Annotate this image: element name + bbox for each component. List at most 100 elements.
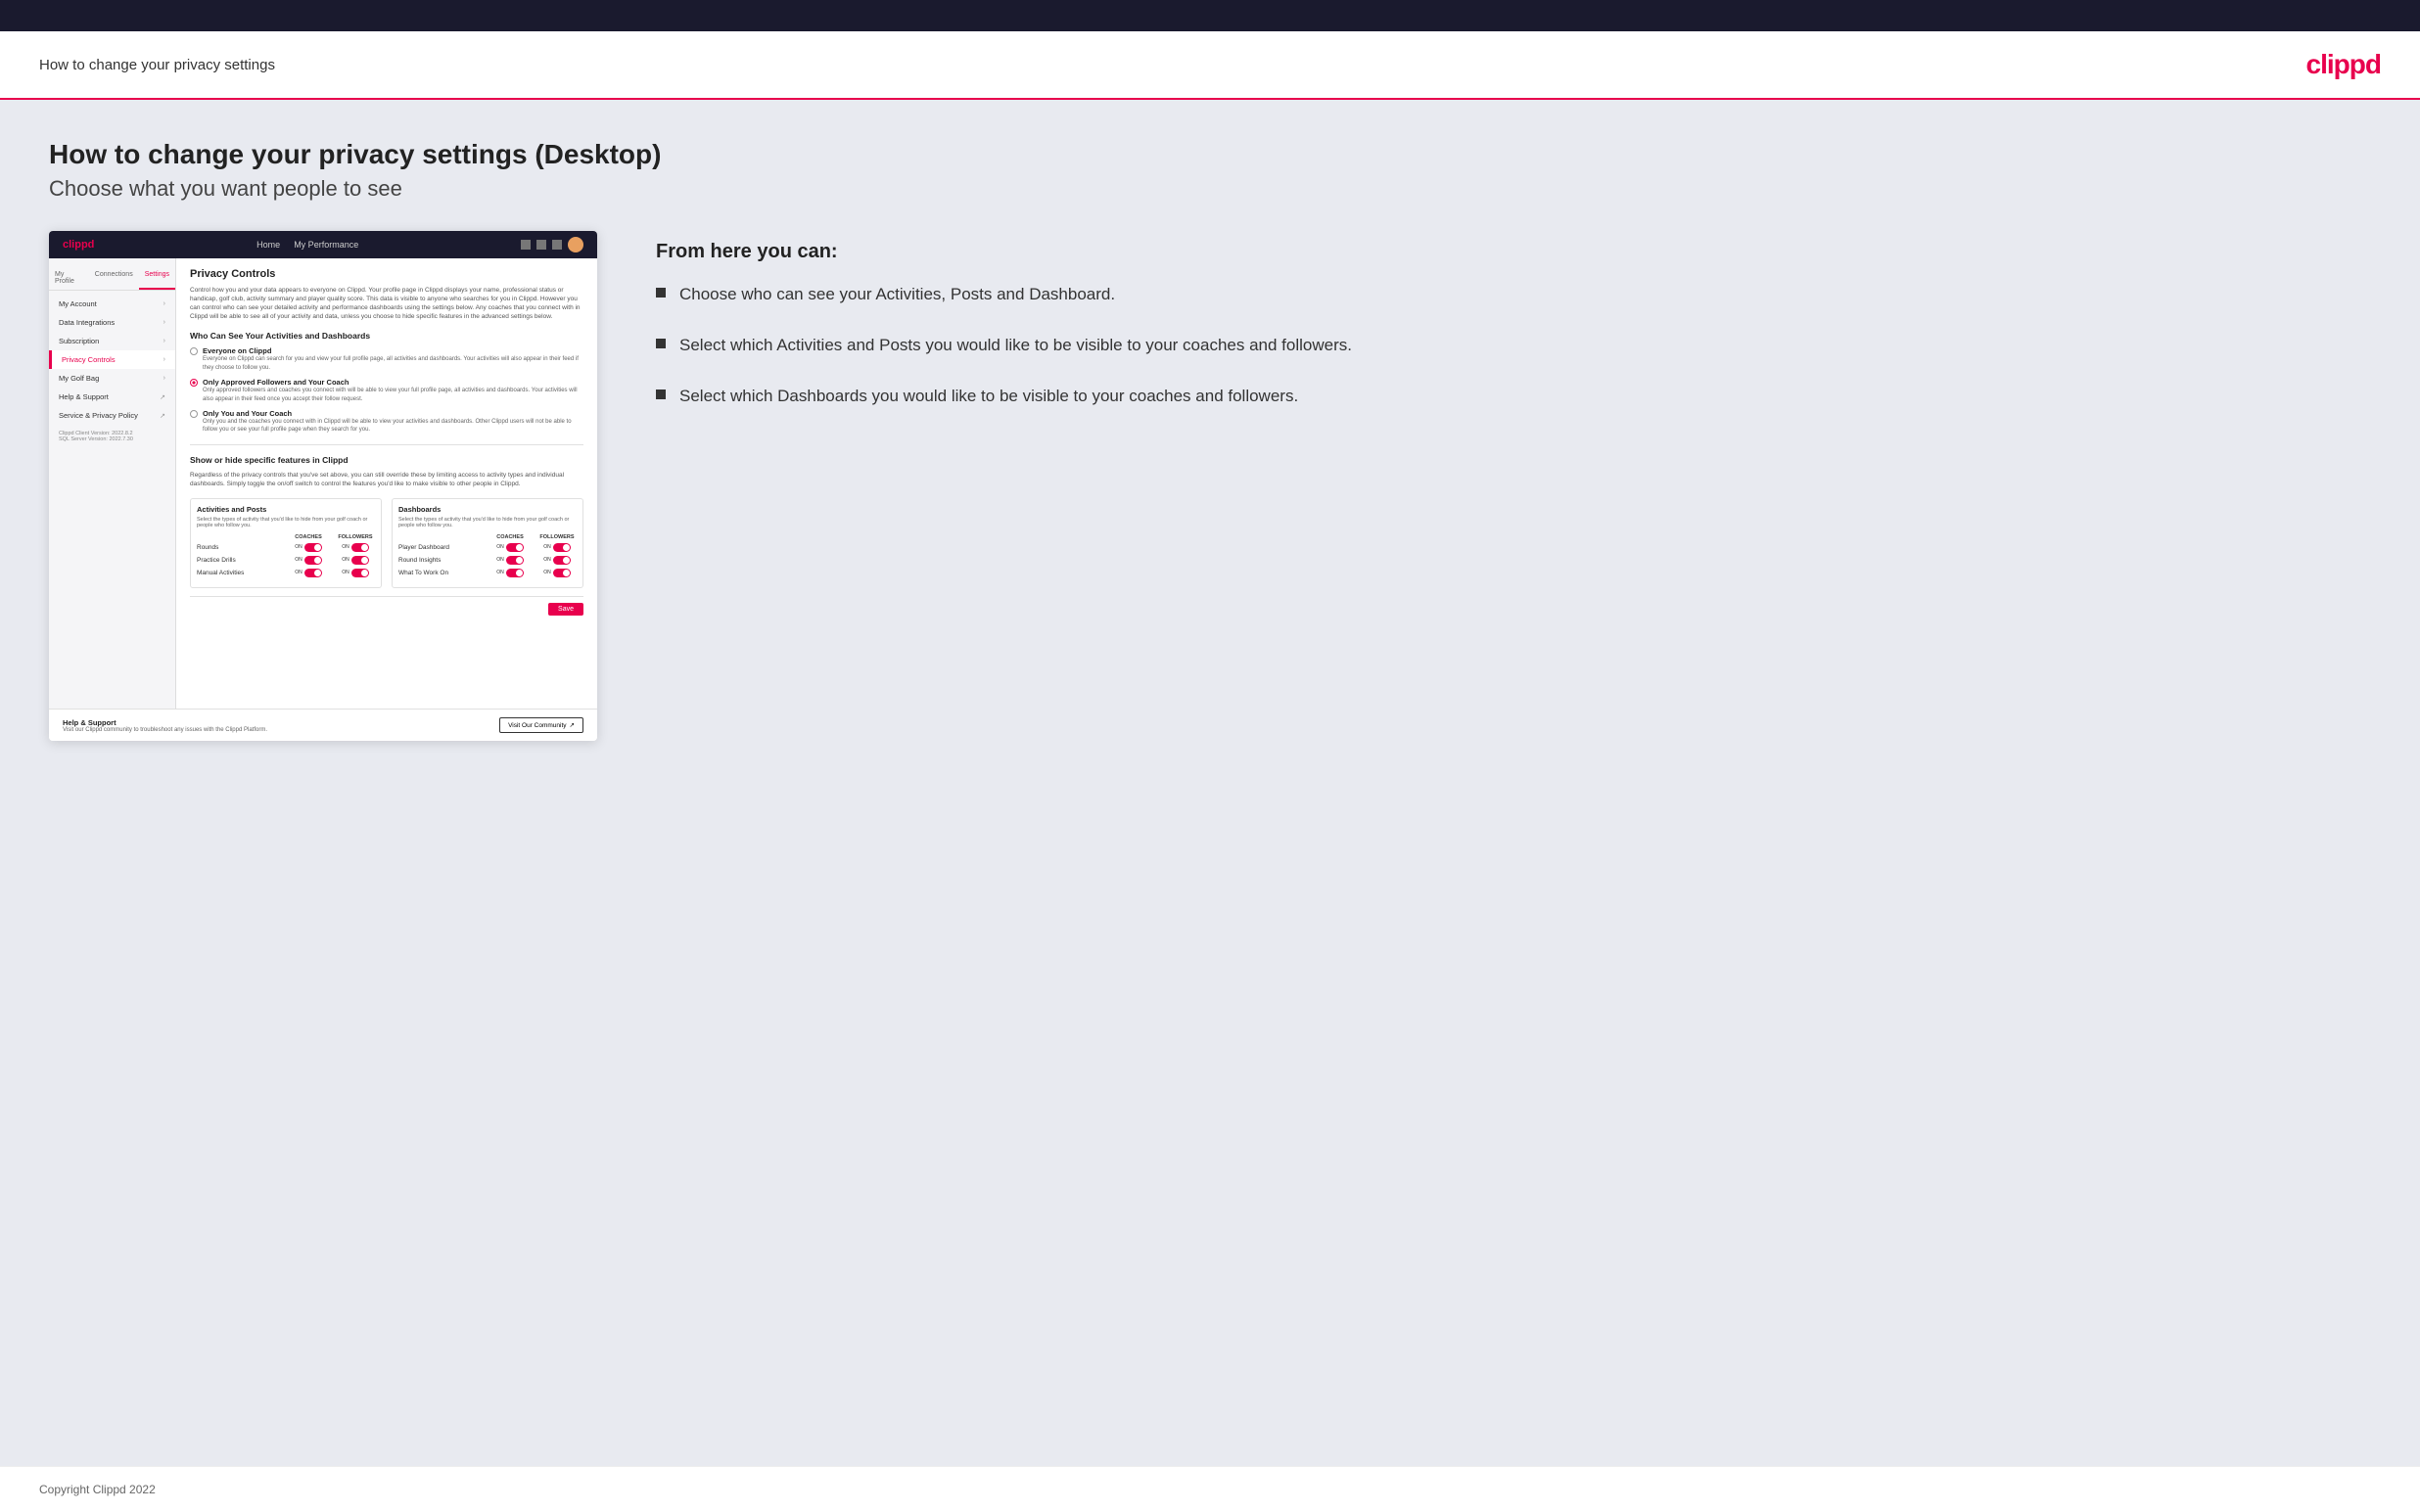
sidebar-item-sub-label: Subscription	[59, 337, 99, 345]
pd-followers-on: ON	[543, 544, 551, 550]
sidebar-item-privacy[interactable]: Privacy Controls ›	[49, 350, 175, 369]
pd-followers-toggle[interactable]: ON	[537, 543, 577, 552]
manual-label: Manual Activities	[197, 570, 244, 576]
tab-my-profile[interactable]: My Profile	[49, 266, 89, 290]
radio-followers-desc: Only approved followers and coaches you …	[203, 387, 583, 403]
privacy-controls-title: Privacy Controls	[190, 268, 583, 280]
app-body: My Profile Connections Settings My Accou…	[49, 258, 597, 709]
sidebar-item-privacy-policy[interactable]: Service & Privacy Policy ↗	[49, 406, 175, 425]
nav-performance: My Performance	[294, 240, 358, 250]
visit-community-button[interactable]: Visit Our Community ↗	[499, 717, 583, 733]
manual-followers-toggle[interactable]: ON	[336, 569, 375, 577]
drills-coaches-toggle[interactable]: ON	[289, 556, 328, 565]
dashboards-header: COACHES FOLLOWERS	[398, 534, 577, 540]
ww-coaches-switch[interactable]	[506, 569, 524, 577]
ww-followers-switch[interactable]	[553, 569, 571, 577]
show-hide-desc: Regardless of the privacy controls that …	[190, 471, 583, 488]
ri-coaches-switch[interactable]	[506, 556, 524, 565]
bullet-square-2	[656, 339, 666, 348]
logo: clippd	[2306, 49, 2381, 80]
manual-followers-on: ON	[342, 570, 349, 575]
search-icon	[521, 240, 531, 250]
ri-followers-toggle[interactable]: ON	[537, 556, 577, 565]
toggle-player-dashboard: Player Dashboard ON ON	[398, 543, 577, 552]
toggle-rounds: Rounds ON ON	[197, 543, 375, 552]
chevron-right-icon: ›	[163, 338, 165, 344]
ww-coaches-toggle[interactable]: ON	[490, 569, 530, 577]
chevron-right-icon: ›	[163, 375, 165, 382]
copyright: Copyright Clippd 2022	[39, 1483, 156, 1496]
sidebar-item-account-label: My Account	[59, 299, 97, 308]
toggles-section: Activities and Posts Select the types of…	[190, 498, 583, 588]
what-to-work-label: What To Work On	[398, 570, 448, 576]
radio-only-you[interactable]: Only You and Your Coach Only you and the…	[190, 409, 583, 435]
app-main: Privacy Controls Control how you and you…	[176, 258, 597, 709]
rounds-followers-on: ON	[342, 544, 349, 550]
dashboards-title: Dashboards	[398, 505, 577, 514]
ri-followers-switch[interactable]	[553, 556, 571, 565]
toggle-drills: Practice Drills ON ON	[197, 556, 375, 565]
ww-followers-toggle[interactable]: ON	[537, 569, 577, 577]
chevron-right-icon: ›	[163, 319, 165, 326]
sidebar-item-golfbag[interactable]: My Golf Bag ›	[49, 369, 175, 388]
bullet-item-2: Select which Activities and Posts you wo…	[656, 334, 2371, 357]
ri-coaches-toggle[interactable]: ON	[490, 556, 530, 565]
toggle-round-insights: Round Insights ON ON	[398, 556, 577, 565]
drills-controls: ON ON	[289, 556, 375, 565]
radio-circle-everyone	[190, 347, 198, 355]
sidebar-item-subscription[interactable]: Subscription ›	[49, 332, 175, 350]
header-title: How to change your privacy settings	[39, 57, 275, 73]
save-button[interactable]: Save	[548, 603, 583, 616]
rounds-coaches-on: ON	[295, 544, 302, 550]
app-sidebar: My Profile Connections Settings My Accou…	[49, 258, 176, 709]
ww-coaches-on: ON	[496, 570, 504, 575]
chevron-right-icon: ›	[163, 300, 165, 307]
what-to-work-controls: ON ON	[490, 569, 577, 577]
pd-coaches-on: ON	[496, 544, 504, 550]
drills-followers-toggle[interactable]: ON	[336, 556, 375, 565]
tab-settings[interactable]: Settings	[139, 266, 175, 290]
radio-followers-label: Only Approved Followers and Your Coach	[203, 378, 583, 387]
version-info: Clippd Client Version: 2022.8.2 SQL Serv…	[49, 425, 175, 448]
sidebar-item-data[interactable]: Data Integrations ›	[49, 313, 175, 332]
rounds-coaches-toggle[interactable]: ON	[289, 543, 328, 552]
sidebar-item-data-label: Data Integrations	[59, 318, 115, 327]
rounds-followers-toggle[interactable]: ON	[336, 543, 375, 552]
pd-coaches-toggle[interactable]: ON	[490, 543, 530, 552]
sidebar-item-account[interactable]: My Account ›	[49, 295, 175, 313]
manual-coaches-toggle[interactable]: ON	[289, 569, 328, 577]
pd-coaches-switch[interactable]	[506, 543, 524, 552]
rounds-followers-switch[interactable]	[351, 543, 369, 552]
db-coaches-col: COACHES	[490, 534, 530, 540]
sidebar-item-help[interactable]: Help & Support ↗	[49, 388, 175, 406]
from-here-title: From here you can:	[656, 241, 2371, 263]
radio-everyone-label: Everyone on Clippd	[203, 346, 583, 355]
bullet-item-3: Select which Dashboards you would like t…	[656, 385, 2371, 408]
manual-followers-switch[interactable]	[351, 569, 369, 577]
rounds-controls: ON ON	[289, 543, 375, 552]
bullet-text-2: Select which Activities and Posts you wo…	[679, 334, 1352, 357]
bullet-text-1: Choose who can see your Activities, Post…	[679, 283, 1115, 306]
drills-coaches-switch[interactable]	[304, 556, 322, 565]
help-desc: Visit our Clippd community to troublesho…	[63, 727, 267, 733]
visit-btn-label: Visit Our Community	[508, 722, 566, 729]
drills-followers-switch[interactable]	[351, 556, 369, 565]
radio-circle-followers	[190, 379, 198, 387]
player-dashboard-controls: ON ON	[490, 543, 577, 552]
divider	[190, 444, 583, 445]
app-logo: clippd	[63, 239, 94, 251]
chevron-right-icon: ›	[163, 356, 165, 363]
show-hide-title: Show or hide specific features in Clippd	[190, 455, 583, 465]
ww-followers-on: ON	[543, 570, 551, 575]
pd-followers-switch[interactable]	[553, 543, 571, 552]
radio-followers[interactable]: Only Approved Followers and Your Coach O…	[190, 378, 583, 403]
page-heading: How to change your privacy settings (Des…	[49, 139, 2371, 170]
nav-home: Home	[256, 240, 280, 250]
db-followers-col: FOLLOWERS	[537, 534, 577, 540]
bullet-list: Choose who can see your Activities, Post…	[656, 283, 2371, 407]
manual-coaches-switch[interactable]	[304, 569, 322, 577]
tab-connections[interactable]: Connections	[89, 266, 139, 290]
activities-header: COACHES FOLLOWERS	[197, 534, 375, 540]
rounds-coaches-switch[interactable]	[304, 543, 322, 552]
radio-everyone[interactable]: Everyone on Clippd Everyone on Clippd ca…	[190, 346, 583, 372]
